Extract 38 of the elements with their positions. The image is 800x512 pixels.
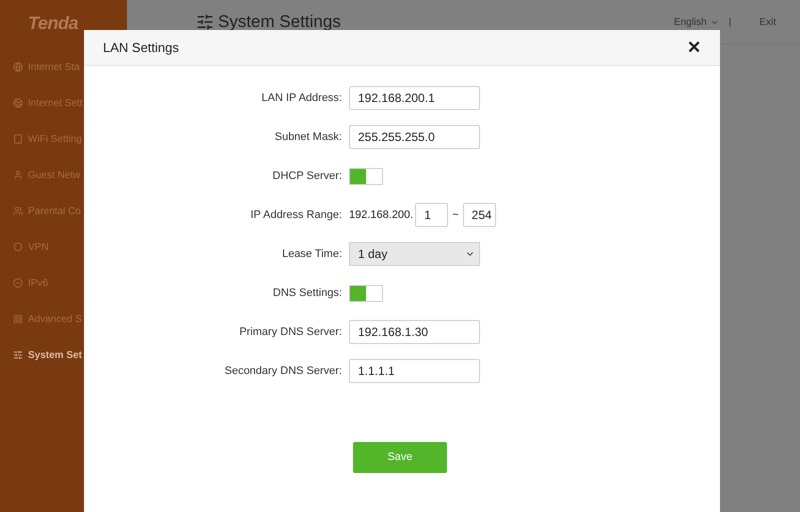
field-label: LAN IP Address:	[261, 90, 342, 106]
field-label: Primary DNS Server:	[239, 324, 342, 340]
toggle-switch[interactable]	[349, 168, 383, 184]
menu-icon	[13, 350, 23, 360]
logo: Tenda	[28, 12, 78, 35]
field-label: Secondary DNS Server:	[224, 364, 342, 379]
menu-icon	[13, 278, 23, 288]
menu-icon	[13, 170, 23, 180]
field-label: IP Address Range:	[250, 208, 342, 223]
menu-icon	[13, 242, 23, 252]
close-button[interactable]: ✕	[687, 34, 701, 60]
language-selector[interactable]: English	[674, 14, 719, 30]
range-start-field[interactable]: 1	[415, 203, 448, 227]
lease-time-select[interactable]: 1 day	[349, 242, 480, 266]
toggle-switch[interactable]	[349, 284, 383, 302]
field-label: DHCP Server:	[272, 168, 342, 184]
range-end-field[interactable]: 254	[462, 203, 496, 227]
field-label: Lease Time:	[282, 246, 342, 262]
input-field[interactable]: 192.168.1.30	[349, 320, 480, 344]
separator: |	[728, 16, 732, 30]
tilde: ~	[451, 208, 460, 223]
input-field[interactable]: 192.168.200.1	[349, 86, 480, 110]
field-label: DNS Settings:	[272, 286, 342, 301]
input-field[interactable]: 1.1.1.1	[349, 359, 480, 383]
field-label: Subnet Mask:	[274, 130, 342, 145]
page-title: System Settings	[218, 11, 341, 34]
sidebar-item[interactable]: System Set	[0, 337, 127, 373]
menu-icon	[13, 206, 23, 216]
ip-prefix: 192.168.200.	[349, 208, 414, 223]
exit-link[interactable]: Exit	[759, 14, 776, 30]
menu-icon	[13, 98, 23, 108]
dialog-title: LAN Settings	[103, 38, 179, 57]
save-button[interactable]: Save	[353, 442, 447, 473]
menu-icon	[13, 134, 23, 144]
menu-icon	[13, 314, 23, 324]
input-field[interactable]: 255.255.255.0	[349, 125, 480, 149]
settings-sliders-icon	[196, 13, 214, 31]
menu-icon	[13, 62, 23, 72]
